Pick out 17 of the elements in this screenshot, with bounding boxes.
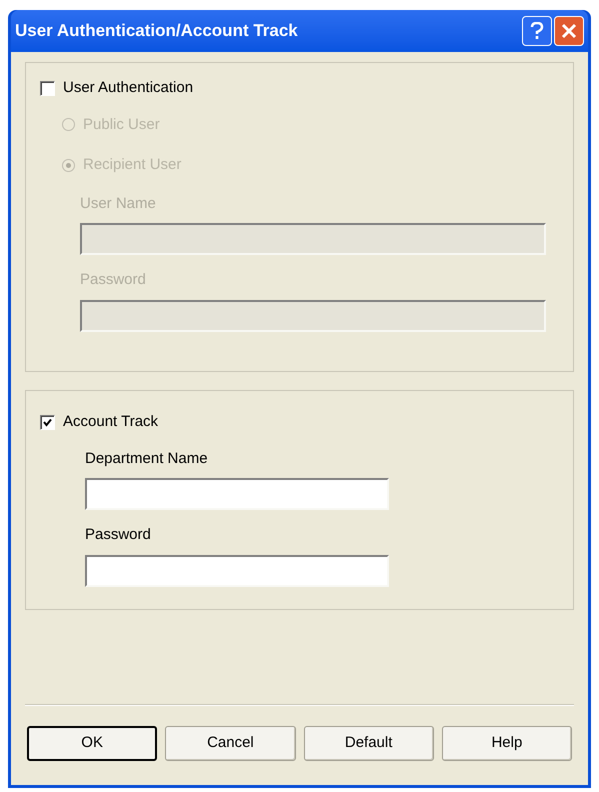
dialog-button[interactable]: Help <box>442 726 572 761</box>
checkbox[interactable] <box>40 80 55 96</box>
checkbox-label: User Authentication <box>63 78 194 98</box>
checkbox[interactable] <box>40 414 55 430</box>
input-field[interactable] <box>85 478 389 510</box>
field-label: Password <box>80 270 147 290</box>
help-icon[interactable] <box>522 16 552 46</box>
close-icon[interactable] <box>554 16 584 46</box>
dialog-button[interactable]: Default <box>304 726 434 761</box>
field-label: Department Name <box>85 448 209 468</box>
field-label: User Name <box>80 194 157 214</box>
input-field[interactable] <box>85 554 389 586</box>
dialog-button[interactable]: OK <box>27 726 158 761</box>
checkbox-label: Account Track <box>63 412 158 432</box>
dialog-button[interactable]: Cancel <box>165 726 296 761</box>
field-label: Password <box>85 525 152 545</box>
window-title: User Authentication/Account Track <box>15 20 299 42</box>
